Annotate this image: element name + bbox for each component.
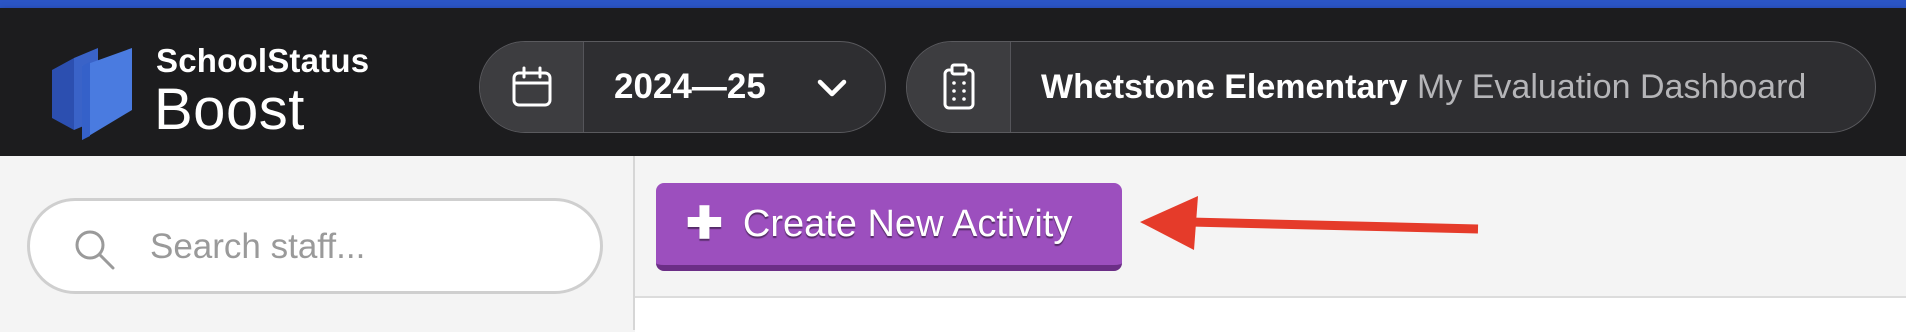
create-new-activity-button[interactable]: ✚ Create New Activity	[656, 183, 1122, 271]
school-year-value: 2024—25	[614, 67, 766, 106]
calendar-icon	[512, 66, 551, 107]
school-dashboard-label: Whetstone Elementary My Evaluation Dashb…	[1041, 42, 1806, 132]
search-input[interactable]	[148, 201, 572, 293]
school-name: Whetstone Elementary	[1041, 68, 1408, 106]
brand-name: SchoolStatus	[156, 42, 370, 79]
brand-product: Boost	[154, 77, 305, 142]
staff-search[interactable]	[27, 198, 603, 294]
plus-icon: ✚	[686, 199, 723, 248]
chevron-down-icon[interactable]	[814, 70, 850, 106]
clipboard-icon	[943, 63, 974, 110]
clipboard-button[interactable]	[907, 42, 1011, 132]
school-year-selector[interactable]: 2024—25	[479, 41, 886, 133]
main-content	[635, 296, 1906, 332]
app-header: SchoolStatus Boost 2024—25 Whetstone Ele…	[0, 8, 1906, 156]
boost-logo-icon	[52, 48, 132, 140]
school-dashboard-selector[interactable]: Whetstone Elementary My Evaluation Dashb…	[906, 41, 1876, 133]
dashboard-name: My Evaluation Dashboard	[1416, 68, 1807, 106]
calendar-button[interactable]	[480, 42, 584, 132]
search-icon	[75, 230, 115, 270]
annotation-arrow-icon	[1140, 196, 1479, 250]
top-accent-bar	[0, 0, 1906, 8]
create-new-activity-label: Create New Activity	[742, 202, 1073, 245]
